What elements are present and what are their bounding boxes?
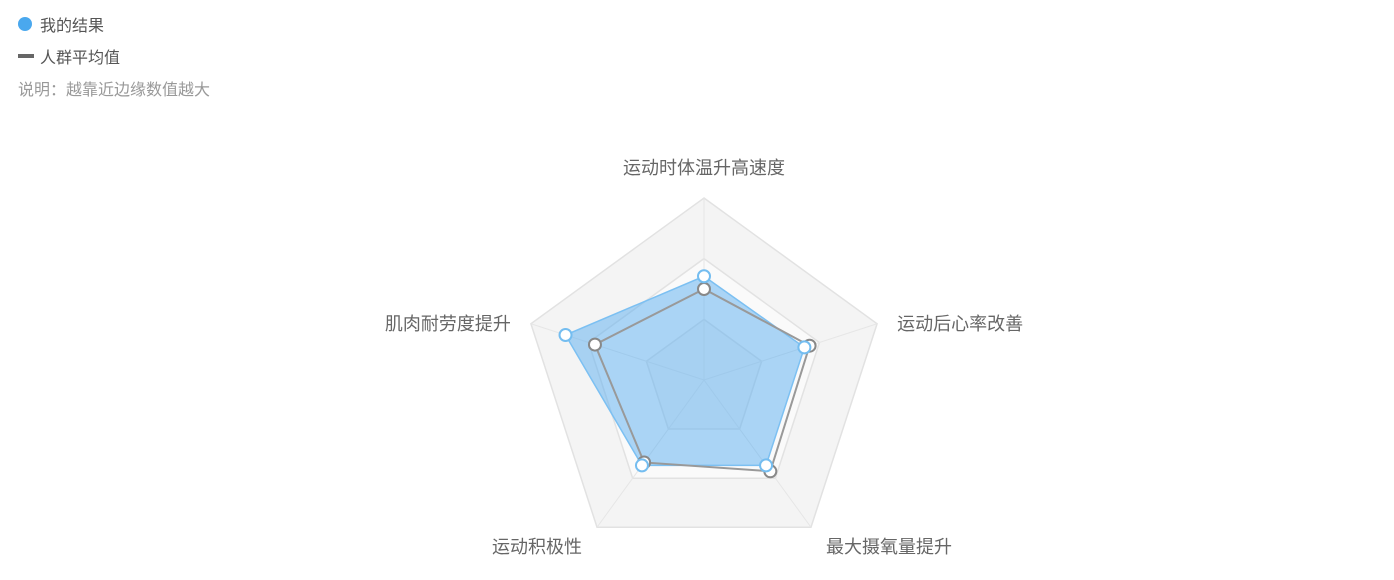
series-avg-point	[697, 282, 711, 296]
series-mine-point	[759, 458, 774, 473]
axis-label: 肌肉耐劳度提升	[385, 314, 511, 335]
series-mine-point	[634, 458, 649, 473]
series-avg-point	[587, 337, 602, 352]
radar-chart: 运动时体温升高速度运动后心率改善最大摄氧量提升 运动积极性 肌肉耐劳度提升	[385, 158, 1023, 558]
axis-label: 运动后心率改善	[897, 314, 1023, 335]
axis-label: 运动时体温升高速度	[623, 158, 785, 179]
series-mine-point	[797, 340, 812, 355]
series-mine-point	[697, 269, 711, 284]
axis-label: 最大摄氧量提升	[826, 537, 952, 558]
axis-label: 运动积极性	[492, 537, 582, 558]
series-mine-point	[558, 328, 573, 343]
